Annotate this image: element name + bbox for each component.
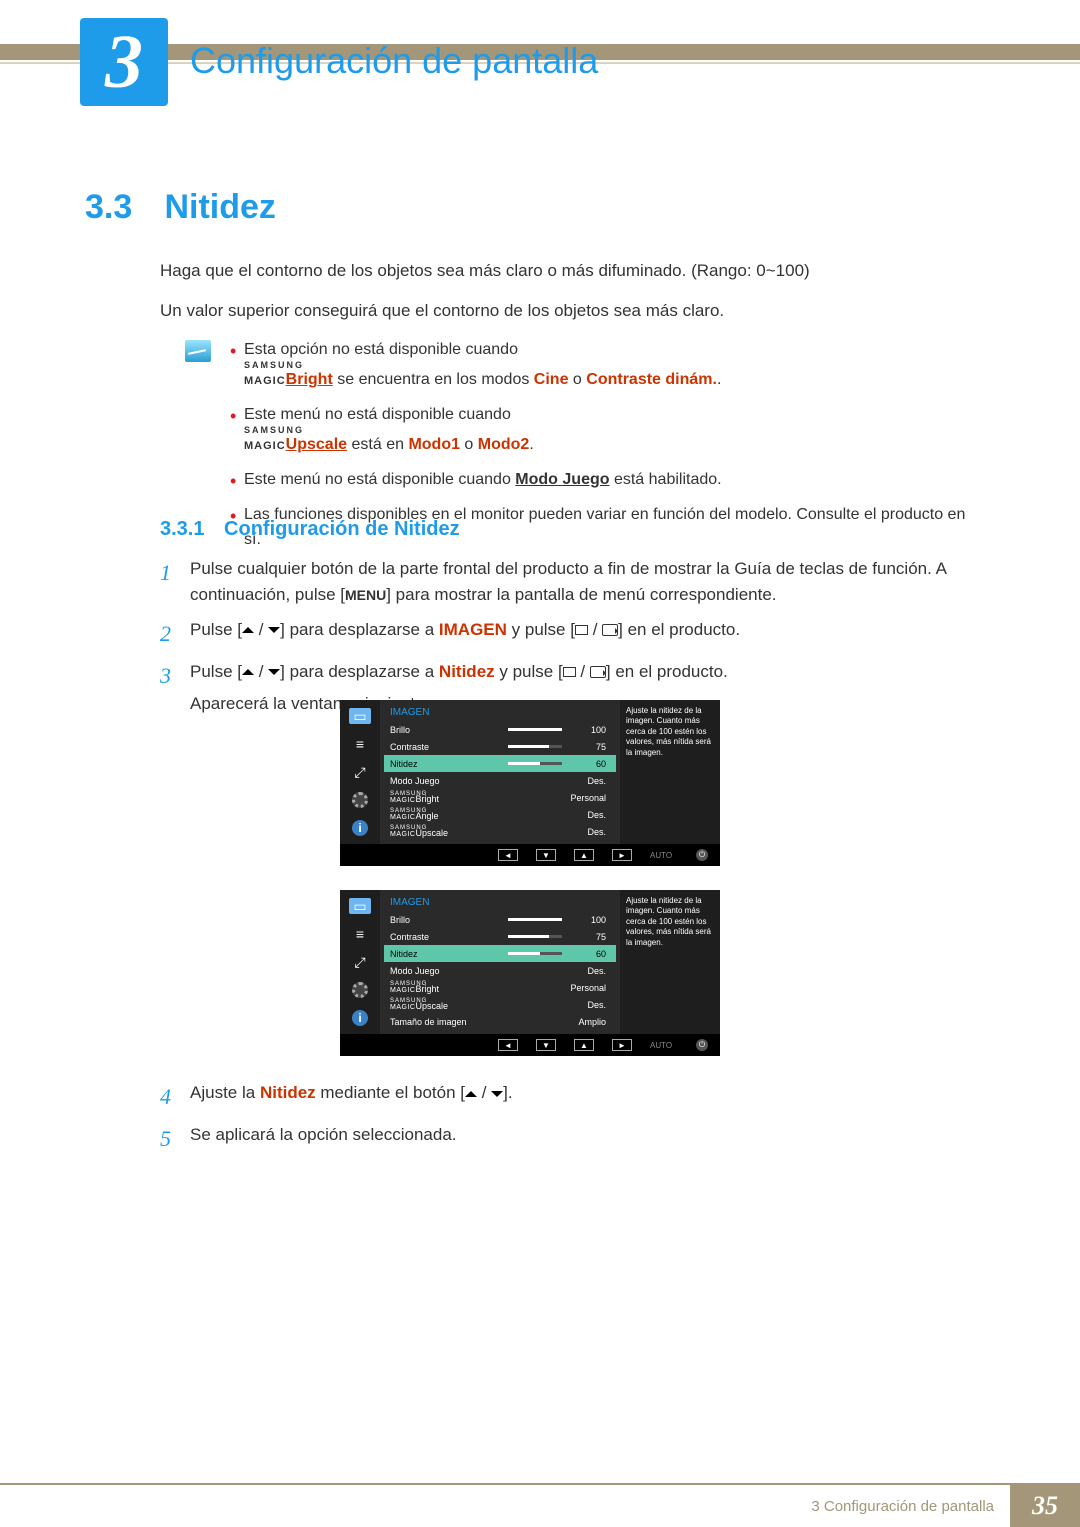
enter-icon [602, 624, 618, 636]
tab-picture-icon: ▭ [349, 708, 371, 724]
chapter-number-badge: 3 [80, 18, 168, 106]
select-icon [575, 625, 588, 635]
enter-icon [590, 666, 606, 678]
tab-info-icon: i [352, 820, 368, 836]
note-item-3: Este menú no está disponible cuando Modo… [230, 468, 980, 493]
nav-down-icon: ▼ [536, 1039, 556, 1051]
osd-row: SAMSUNGMAGICAngleDes. [384, 806, 616, 823]
section-heading: 3.3 Nitidez [85, 188, 995, 227]
osd-screenshot-b: ▭ ≡ ⤢ i IMAGEN Brillo100Contraste75Nitid… [340, 890, 720, 1056]
body-para-1: Haga que el contorno de los objetos sea … [160, 258, 980, 284]
section-title: Nitidez [164, 188, 275, 226]
nav-left-icon: ◄ [498, 1039, 518, 1051]
nav-up-icon: ▲ [574, 849, 594, 861]
up-icon [465, 1085, 477, 1097]
tab-input-icon: ≡ [349, 926, 371, 942]
subsection-title: Configuración de Nitidez [224, 518, 460, 540]
subsection-number: 3.3.1 [160, 518, 204, 540]
footer-chapter-label: 3 Configuración de pantalla [795, 1488, 1010, 1525]
nav-power-icon: ⏻ [696, 849, 708, 861]
nav-power-icon: ⏻ [696, 1039, 708, 1051]
nav-right-icon: ► [612, 849, 632, 861]
tab-settings-icon [352, 982, 368, 998]
down-icon [268, 627, 280, 639]
nav-up-icon: ▲ [574, 1039, 594, 1051]
nav-auto: AUTO [650, 851, 678, 860]
osd-row: Modo JuegoDes. [384, 772, 616, 789]
nav-right-icon: ► [612, 1039, 632, 1051]
select-icon [563, 667, 576, 677]
osd-row: Brillo100 [384, 911, 616, 928]
nav-left-icon: ◄ [498, 849, 518, 861]
up-icon [242, 621, 254, 633]
down-icon [268, 669, 280, 681]
body-para-2: Un valor superior conseguirá que el cont… [160, 298, 980, 324]
osd-nav-bar: ◄ ▼ ▲ ► AUTO ⏻ [340, 1034, 720, 1056]
osd-side-tabs: ▭ ≡ ⤢ i [340, 890, 380, 1034]
up-icon [242, 663, 254, 675]
osd-nav-bar: ◄ ▼ ▲ ► AUTO ⏻ [340, 844, 720, 866]
osd-row: Modo JuegoDes. [384, 962, 616, 979]
osd-title: IMAGEN [384, 704, 616, 721]
osd-row: SAMSUNGMAGICUpscaleDes. [384, 996, 616, 1013]
osd-description: Ajuste la nitidez de la imagen. Cuanto m… [620, 890, 720, 1034]
tab-size-icon: ⤢ [349, 764, 371, 780]
steps-block-2: 4 Ajuste la Nitidez mediante el botón [ … [160, 1080, 980, 1164]
osd-row: Contraste75 [384, 738, 616, 755]
osd-row: SAMSUNGMAGICBrightPersonal [384, 789, 616, 806]
footer-page-number: 35 [1010, 1485, 1080, 1527]
note-item-1: Esta opción no está disponible cuando SA… [230, 338, 980, 393]
osd-row: SAMSUNGMAGICBrightPersonal [384, 979, 616, 996]
osd-row: Contraste75 [384, 928, 616, 945]
osd-screenshot-a: ▭ ≡ ⤢ i IMAGEN Brillo100Contraste75Nitid… [340, 700, 720, 866]
step-1: 1 Pulse cualquier botón de la parte fron… [160, 556, 980, 609]
tab-settings-icon [352, 792, 368, 808]
tab-info-icon: i [352, 1010, 368, 1026]
osd-row: Brillo100 [384, 721, 616, 738]
step-4: 4 Ajuste la Nitidez mediante el botón [ … [160, 1080, 980, 1114]
osd-side-tabs: ▭ ≡ ⤢ i [340, 700, 380, 844]
note-item-2: Este menú no está disponible cuando SAMS… [230, 403, 980, 458]
page-footer: 3 Configuración de pantalla 35 [0, 1483, 1080, 1527]
nav-down-icon: ▼ [536, 849, 556, 861]
subsection-heading: 3.3.1 Configuración de Nitidez [160, 518, 460, 541]
step-2: 2 Pulse [ / ] para desplazarse a IMAGEN … [160, 617, 980, 651]
nav-auto: AUTO [650, 1041, 678, 1050]
down-icon [491, 1091, 503, 1103]
step-5: 5 Se aplicará la opción seleccionada. [160, 1122, 980, 1156]
note-icon [185, 340, 211, 362]
section-number: 3.3 [85, 188, 160, 227]
osd-row: Tamaño de imagenAmplio [384, 1013, 616, 1030]
osd-description: Ajuste la nitidez de la imagen. Cuanto m… [620, 700, 720, 844]
tab-input-icon: ≡ [349, 736, 371, 752]
osd-row: Nitidez60 [384, 945, 616, 962]
osd-title: IMAGEN [384, 894, 616, 911]
osd-row: SAMSUNGMAGICUpscaleDes. [384, 823, 616, 840]
tab-picture-icon: ▭ [349, 898, 371, 914]
tab-size-icon: ⤢ [349, 954, 371, 970]
chapter-title: Configuración de pantalla [190, 40, 598, 82]
osd-row: Nitidez60 [384, 755, 616, 772]
